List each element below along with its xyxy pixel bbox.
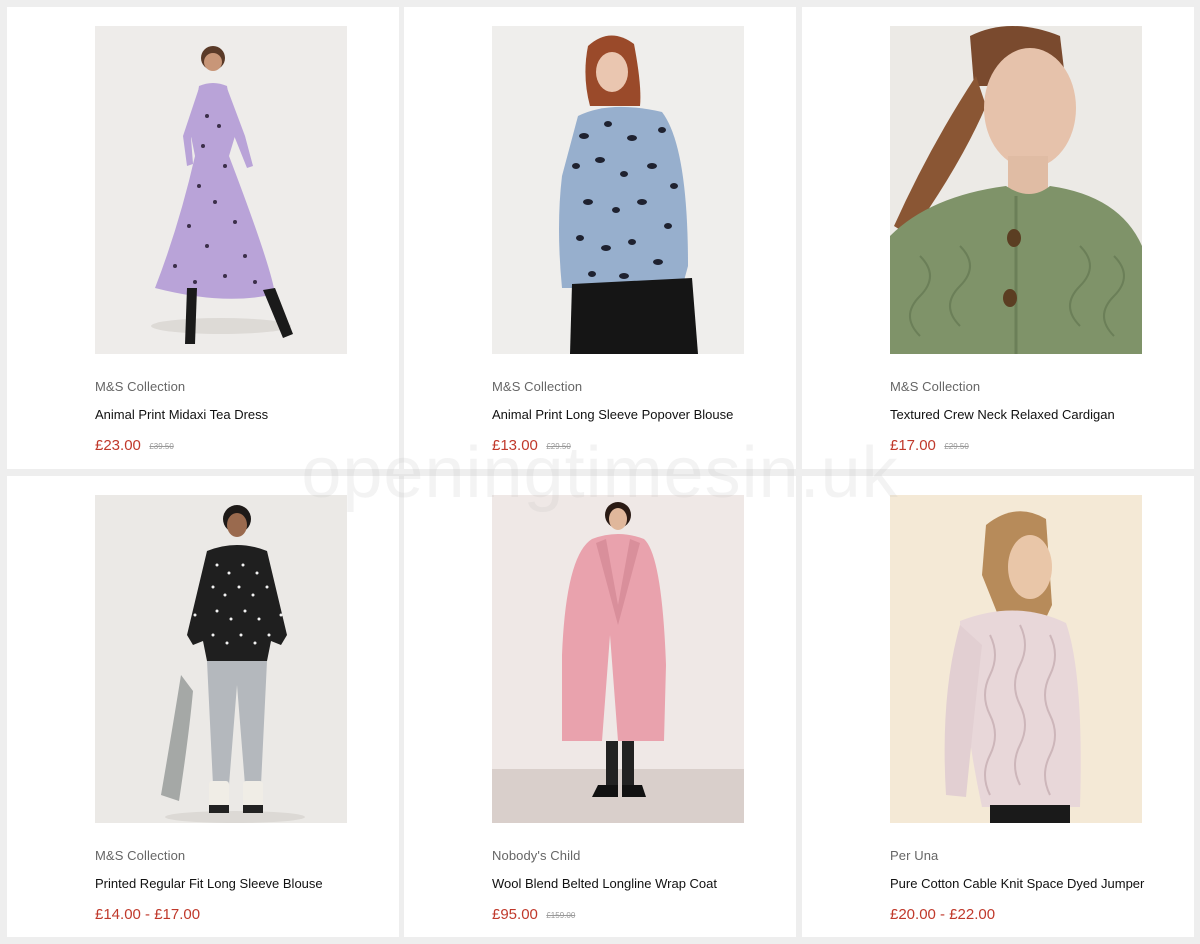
product-card[interactable]: M&S Collection Animal Print Midaxi Tea D… <box>7 7 399 469</box>
product-brand: M&S Collection <box>890 379 981 394</box>
product-title[interactable]: Animal Print Long Sleeve Popover Blouse <box>492 407 733 422</box>
product-photo <box>95 495 347 823</box>
product-image-blouse[interactable] <box>492 26 744 354</box>
product-title[interactable]: Textured Crew Neck Relaxed Cardigan <box>890 407 1115 422</box>
product-title[interactable]: Wool Blend Belted Longline Wrap Coat <box>492 876 717 891</box>
product-price: £23.00 <box>95 437 141 454</box>
product-image-coat[interactable] <box>492 495 744 823</box>
product-price-row: £14.00 - £17.00 <box>95 906 204 924</box>
product-image-cardigan[interactable] <box>890 26 1142 354</box>
product-price: £95.00 <box>492 906 538 923</box>
product-was-price: £29.50 <box>944 442 969 451</box>
product-title[interactable]: Animal Print Midaxi Tea Dress <box>95 407 268 422</box>
product-was-price: £29.50 <box>546 442 571 451</box>
product-card[interactable]: M&S Collection Animal Print Long Sleeve … <box>404 7 796 469</box>
product-brand: M&S Collection <box>95 848 186 863</box>
product-price-row: £23.00 £39.50 <box>95 437 174 455</box>
product-brand: M&S Collection <box>492 379 583 394</box>
product-was-price: £159.00 <box>546 911 576 920</box>
product-grid: M&S Collection Animal Print Midaxi Tea D… <box>0 0 1200 944</box>
product-price-row: £13.00 £29.50 <box>492 437 571 455</box>
product-was-price: £39.50 <box>149 442 174 451</box>
product-card[interactable]: Per Una Pure Cotton Cable Knit Space Dye… <box>802 476 1194 937</box>
product-price: £14.00 - £17.00 <box>95 906 201 923</box>
product-card[interactable]: M&S Collection Printed Regular Fit Long … <box>7 476 399 937</box>
product-price-row: £20.00 - £22.00 <box>890 906 999 924</box>
product-title[interactable]: Pure Cotton Cable Knit Space Dyed Jumper <box>890 876 1144 891</box>
product-photo <box>890 495 1142 823</box>
product-photo <box>95 26 347 354</box>
product-card[interactable]: M&S Collection Textured Crew Neck Relaxe… <box>802 7 1194 469</box>
product-image-dress[interactable] <box>95 26 347 354</box>
product-brand: Per Una <box>890 848 939 863</box>
product-photo <box>890 26 1142 354</box>
product-title[interactable]: Printed Regular Fit Long Sleeve Blouse <box>95 876 323 891</box>
product-price: £17.00 <box>890 437 936 454</box>
product-price: £20.00 - £22.00 <box>890 906 996 923</box>
product-price: £13.00 <box>492 437 538 454</box>
product-price-row: £95.00 £159.00 <box>492 906 575 924</box>
product-photo <box>492 26 744 354</box>
product-price-row: £17.00 £29.50 <box>890 437 969 455</box>
product-image-printed-blouse[interactable] <box>95 495 347 823</box>
product-image-jumper[interactable] <box>890 495 1142 823</box>
product-brand: M&S Collection <box>95 379 186 394</box>
product-photo <box>492 495 744 823</box>
product-card[interactable]: Nobody's Child Wool Blend Belted Longlin… <box>404 476 796 937</box>
product-brand: Nobody's Child <box>492 848 581 863</box>
